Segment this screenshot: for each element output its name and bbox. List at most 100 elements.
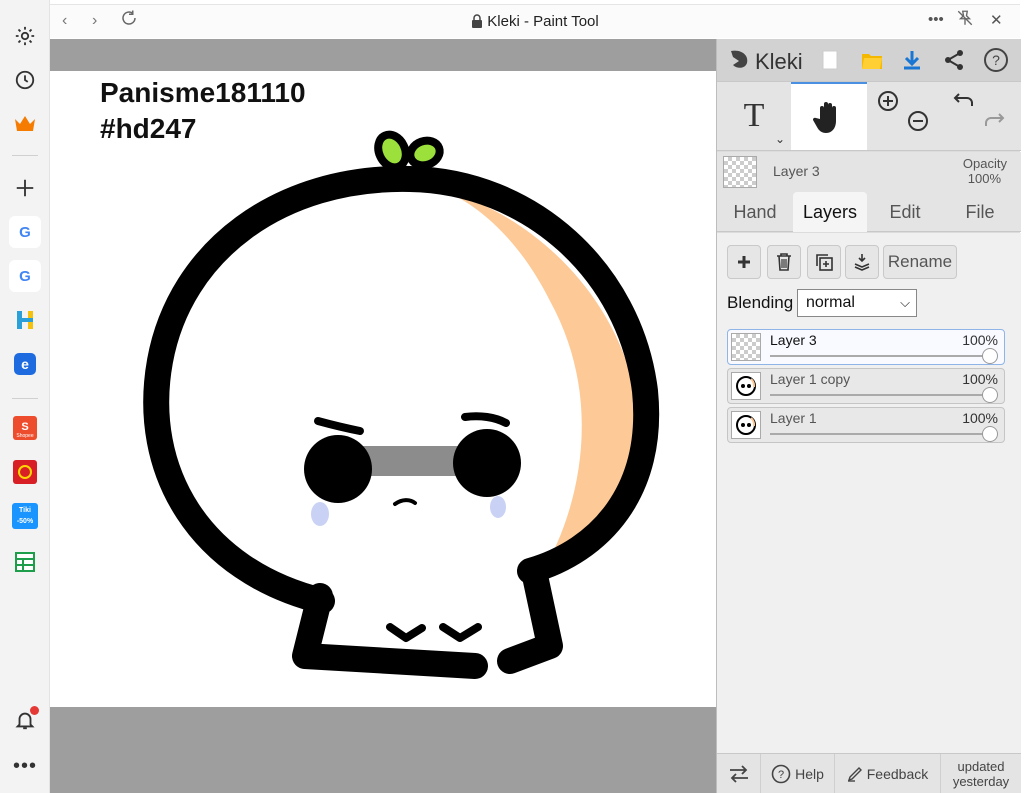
tab-layers[interactable]: Layers <box>793 192 867 232</box>
opacity-slider-track[interactable] <box>770 433 990 435</box>
layer-row[interactable]: Layer 1 100% <box>727 407 1005 443</box>
tiki-label: Tiki -50% <box>12 503 38 529</box>
tab-hand[interactable]: Hand <box>719 192 791 232</box>
more-icon[interactable]: ••• <box>928 11 944 28</box>
updated-line1: updated <box>957 759 1005 774</box>
swap-sides-button[interactable] <box>717 754 761 793</box>
open-folder-icon[interactable] <box>857 45 887 75</box>
window-title: Kleki - Paint Tool <box>50 13 1020 32</box>
hand-tool-button[interactable] <box>791 82 867 150</box>
layer-row[interactable]: Layer 1 copy 100% <box>727 368 1005 404</box>
text-tool-button[interactable]: T ⌄ <box>717 82 791 150</box>
share-icon[interactable] <box>939 45 969 75</box>
tab-edit[interactable]: Edit <box>869 192 941 232</box>
chevron-down-icon[interactable]: ⌄ <box>775 132 785 146</box>
add-layer-button[interactable] <box>727 245 761 279</box>
pin-off-icon[interactable] <box>956 9 974 31</box>
window-title-text: Kleki - Paint Tool <box>487 13 599 30</box>
crown-icon[interactable] <box>9 108 41 140</box>
opacity-slider-track[interactable] <box>770 355 990 357</box>
shopee-app-icon[interactable]: S Shopee <box>9 412 41 444</box>
text-tool-icon: T <box>743 97 765 134</box>
h-app-icon[interactable] <box>9 304 41 336</box>
duplicate-layer-button[interactable] <box>807 245 841 279</box>
redo-icon[interactable] <box>983 110 1005 137</box>
blending-value: normal <box>806 294 855 311</box>
sheet-app-icon[interactable] <box>9 546 41 578</box>
shopee-label: Shopee <box>16 433 33 439</box>
tiki-app-icon[interactable]: Tiki -50% <box>9 500 41 532</box>
plus-icon <box>738 256 750 268</box>
tool-row: T ⌄ <box>717 81 1021 151</box>
layer-name: Layer 1 copy <box>770 371 851 387</box>
browser-window: G G e S Shopee Tiki -50% ••• ‹ › Kleki -… <box>0 0 1024 793</box>
chevron-down-icon: ⌵ <box>900 295 910 310</box>
opacity-value: 100% <box>967 171 1001 186</box>
history-icon[interactable] <box>9 64 41 96</box>
help-button[interactable]: ? Help <box>761 754 835 793</box>
opacity-slider-track[interactable] <box>770 394 990 396</box>
merge-down-icon <box>854 254 870 271</box>
update-status[interactable]: updated yesterday <box>941 754 1021 793</box>
hand-tool-icon <box>812 102 836 133</box>
e-app-icon[interactable]: e <box>9 348 41 380</box>
svg-text:?: ? <box>992 52 1000 68</box>
zoom-controls <box>867 82 941 150</box>
layer-name: Layer 1 <box>770 410 817 426</box>
blending-label: Blending <box>727 293 794 312</box>
more-horizontal-icon[interactable]: ••• <box>9 750 41 782</box>
zoom-in-icon[interactable] <box>877 90 899 117</box>
sidebar-divider <box>12 398 38 399</box>
drawing-canvas[interactable]: Panisme181110 #hd247 <box>50 71 716 707</box>
help-circle-icon[interactable]: ? <box>981 45 1011 75</box>
layer-opacity: 100% <box>962 371 998 387</box>
duplicate-icon <box>816 254 833 271</box>
opacity-slider-handle[interactable] <box>982 426 998 442</box>
bell-icon[interactable] <box>9 704 41 736</box>
svg-text:S: S <box>21 421 28 433</box>
swap-icon <box>729 765 748 783</box>
panel-tabs: Hand Layers Edit File <box>717 192 1021 232</box>
layers-panel: Rename Blending normal ⌵ Layer 3 100% La… <box>717 233 1021 753</box>
opacity-slider-handle[interactable] <box>982 348 998 364</box>
help-label: Help <box>795 766 824 782</box>
new-file-icon[interactable] <box>815 45 845 75</box>
delete-layer-button[interactable] <box>767 245 801 279</box>
edge-sidebar: G G e S Shopee Tiki -50% ••• <box>0 0 50 793</box>
layer-row[interactable]: Layer 3 100% <box>727 329 1005 365</box>
layer-name: Layer 3 <box>770 332 817 348</box>
add-icon[interactable] <box>9 172 41 204</box>
feedback-icon <box>847 767 862 782</box>
google-app-icon[interactable]: G <box>9 260 41 292</box>
current-layer-thumbnail <box>723 156 757 188</box>
feedback-label: Feedback <box>866 766 929 782</box>
google-app-icon[interactable]: G <box>9 216 41 248</box>
panel-topbar: Kleki ? <box>717 39 1021 81</box>
sendo-app-icon[interactable] <box>9 456 41 488</box>
tab-file[interactable]: File <box>943 192 1017 232</box>
layer-thumbnail <box>731 372 761 400</box>
settings-icon[interactable] <box>9 20 41 52</box>
merge-down-button[interactable] <box>845 245 879 279</box>
layer-opacity: 100% <box>962 332 998 348</box>
blending-select[interactable]: normal ⌵ <box>797 289 917 317</box>
close-icon[interactable]: ✕ <box>990 11 1003 29</box>
lock-icon <box>471 14 483 32</box>
feedback-button[interactable]: Feedback <box>835 754 941 793</box>
history-controls <box>941 82 1021 150</box>
kleki-logo-icon <box>727 47 751 77</box>
rename-layer-button[interactable]: Rename <box>883 245 957 279</box>
svg-text:e: e <box>21 356 29 372</box>
trash-icon <box>777 253 791 271</box>
layer-thumbnail <box>731 333 761 361</box>
opacity-label: Opacity <box>962 156 1007 171</box>
undo-icon[interactable] <box>953 90 975 117</box>
zoom-out-icon[interactable] <box>907 110 929 137</box>
download-icon[interactable] <box>897 45 927 75</box>
kleki-logo: Kleki <box>727 47 803 77</box>
current-layer-name: Layer 3 <box>773 163 820 179</box>
svg-text:?: ? <box>778 769 784 781</box>
sidebar-divider <box>12 155 38 156</box>
kleki-side-panel: Kleki ? T ⌄ Layer 3 Opacity 100% Hand La… <box>716 39 1021 793</box>
opacity-slider-handle[interactable] <box>982 387 998 403</box>
